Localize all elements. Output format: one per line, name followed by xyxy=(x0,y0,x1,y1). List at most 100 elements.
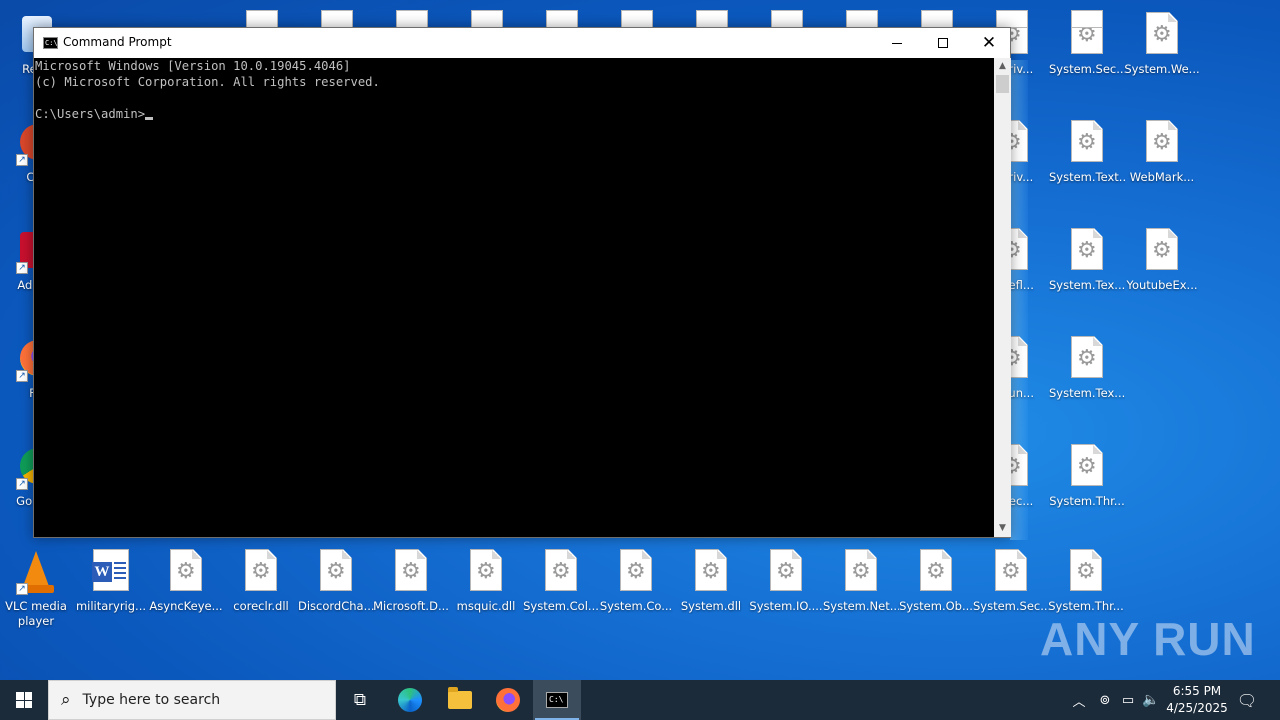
tray-network[interactable]: ⊚ xyxy=(1094,680,1116,720)
command-prompt-window[interactable]: C:\ Command Prompt ✕ Microsoft Windows [… xyxy=(33,27,1011,538)
dll-file-icon: ⚙ xyxy=(1142,228,1182,274)
chevron-up-icon: ︿ xyxy=(1072,694,1086,710)
desktop-icon-label: System.IO.... xyxy=(749,599,823,613)
vlc-icon: ↗ xyxy=(16,549,56,595)
console-prompt: C:\Users\admin> xyxy=(35,107,146,121)
desktop-icon[interactable]: ⚙ coreclr.dll xyxy=(223,545,299,641)
console-line: (c) Microsoft Corporation. All rights re… xyxy=(35,75,380,89)
console-output[interactable]: Microsoft Windows [Version 10.0.19045.40… xyxy=(34,58,994,537)
title-bar[interactable]: C:\ Command Prompt ✕ xyxy=(34,28,1010,58)
firefox-icon xyxy=(496,688,520,712)
dll-file-icon: ⚙ xyxy=(691,549,731,595)
search-icon: ⌕ xyxy=(61,690,71,710)
taskbar-file-explorer[interactable] xyxy=(436,680,484,720)
desktop-icon[interactable]: ⚙ System.We... xyxy=(1124,8,1200,104)
dll-file-icon: ⚙ xyxy=(1142,120,1182,166)
window-title: Command Prompt xyxy=(63,35,172,49)
taskbar-command-prompt[interactable]: C:\ xyxy=(533,680,581,720)
desktop-icon[interactable]: ⚙ System.Tex... xyxy=(1049,332,1125,428)
dll-file-icon xyxy=(696,10,728,28)
desktop-icon[interactable]: Wmilitaryrig... xyxy=(73,545,149,641)
desktop-icon-label: VLC media player xyxy=(5,599,67,628)
taskbar-edge[interactable] xyxy=(386,680,434,720)
dll-file-icon xyxy=(771,10,803,28)
desktop-icon[interactable]: ⚙ YoutubeEx... xyxy=(1124,224,1200,320)
minimize-icon xyxy=(892,42,902,44)
desktop-icon[interactable]: ⚙ DiscordCha... xyxy=(298,545,374,641)
start-button[interactable] xyxy=(0,680,48,720)
scroll-up-arrow-icon[interactable]: ▲ xyxy=(994,58,1011,75)
vertical-scrollbar[interactable]: ▲ ▼ xyxy=(994,58,1011,537)
dll-file-icon: ⚙ xyxy=(616,549,656,595)
minimize-button[interactable] xyxy=(874,28,920,58)
notification-center-button[interactable]: 🗨 xyxy=(1232,680,1262,720)
desktop-icon[interactable]: ⚙ System.Thr... xyxy=(1049,440,1125,536)
desktop-icon[interactable]: ⚙ AsyncKeye... xyxy=(148,545,224,641)
taskbar-clock[interactable]: 6:55 PM 4/25/2025 xyxy=(1164,683,1230,717)
taskbar: ⌕ Type here to search ⧉ C:\ ︿ ⊚ ▭ 🔈 6:55… xyxy=(0,680,1280,720)
search-placeholder: Type here to search xyxy=(82,692,221,708)
dll-file-icon xyxy=(546,10,578,28)
dll-file-icon: ⚙ xyxy=(841,549,881,595)
show-hidden-icons-button[interactable]: ︿ xyxy=(1068,680,1090,720)
dll-file-icon: ⚙ xyxy=(1066,549,1106,595)
dll-file-icon: ⚙ xyxy=(991,549,1031,595)
dll-file-icon xyxy=(471,10,503,28)
maximize-button[interactable] xyxy=(920,28,966,58)
desktop-icon[interactable]: ⚙ System.Col... xyxy=(523,545,599,641)
dll-file-icon: ⚙ xyxy=(766,549,806,595)
dll-file-icon xyxy=(246,10,278,28)
console-prompt-line: C:\Users\admin> xyxy=(35,106,994,122)
desktop-icon[interactable]: ⚙ msquic.dll xyxy=(448,545,524,641)
desktop-icon-label: System.Co... xyxy=(599,599,673,613)
scroll-down-arrow-icon[interactable]: ▼ xyxy=(994,520,1011,537)
desktop-icon[interactable]: ⚙ System.Net... xyxy=(823,545,899,641)
dll-file-icon: ⚙ xyxy=(316,549,356,595)
dll-file-icon xyxy=(396,10,428,28)
dll-file-icon: ⚙ xyxy=(1067,120,1107,166)
dll-file-icon: ⚙ xyxy=(391,549,431,595)
desktop-icon-label: System.Col... xyxy=(523,599,599,613)
taskbar-firefox[interactable] xyxy=(484,680,532,720)
desktop-icon[interactable]: ⚙ System.dll xyxy=(673,545,749,641)
taskbar-search-box[interactable]: ⌕ Type here to search xyxy=(48,680,336,720)
desktop-icon-label: YoutubeEx... xyxy=(1126,278,1198,292)
dll-file-icon xyxy=(621,10,653,28)
desktop-icon[interactable]: ⚙ System.IO.... xyxy=(748,545,824,641)
maximize-icon xyxy=(938,38,948,48)
dll-file-icon: ⚙ xyxy=(541,549,581,595)
desktop-icon[interactable]: ⚙ System.Tex... xyxy=(1049,224,1125,320)
scrollbar-thumb[interactable] xyxy=(996,75,1009,93)
desktop-icon[interactable]: ⚙ System.Sec... xyxy=(973,545,1049,641)
desktop-icon[interactable]: ⚙ System.Co... xyxy=(598,545,674,641)
cmd-icon: C:\ xyxy=(546,692,568,708)
task-view-button[interactable]: ⧉ xyxy=(336,680,384,720)
clock-date: 4/25/2025 xyxy=(1166,701,1228,715)
notification-icon: 🗨 xyxy=(1236,690,1258,710)
dll-file-icon: ⚙ xyxy=(1067,228,1107,274)
close-button[interactable]: ✕ xyxy=(966,28,1012,58)
tray-volume[interactable]: 🔈 xyxy=(1140,680,1162,720)
desktop-icon-label: System.Tex... xyxy=(1049,386,1125,400)
desktop-icon-label: System.Sec... xyxy=(973,599,1049,613)
folder-icon xyxy=(448,687,472,709)
desktop-icon-label: System.We... xyxy=(1124,62,1200,76)
desktop-icon-label: msquic.dll xyxy=(456,599,516,613)
tray-ethernet[interactable]: ▭ xyxy=(1117,680,1139,720)
desktop-icon-label: System.Thr... xyxy=(1049,494,1125,508)
dll-file-icon: ⚙ xyxy=(466,549,506,595)
text-cursor xyxy=(145,117,154,120)
cmd-app-icon: C:\ xyxy=(43,37,58,49)
console-line: Microsoft Windows [Version 10.0.19045.40… xyxy=(35,59,351,73)
dll-file-icon xyxy=(1071,10,1103,28)
desktop-icon[interactable]: ⚙ WebMark... xyxy=(1124,116,1200,212)
dll-file-icon xyxy=(321,10,353,28)
desktop-icon[interactable]: ⚙ System.Ob... xyxy=(898,545,974,641)
desktop-icon-label: System.Tex... xyxy=(1049,278,1125,292)
desktop-icon[interactable]: ↗ VLC media player xyxy=(0,545,74,641)
desktop-icon[interactable]: ⚙ Microsoft.D... xyxy=(373,545,449,641)
desktop-icon-label: System.dll xyxy=(680,599,742,613)
network-icon: ⊚ xyxy=(1099,692,1111,708)
desktop-icon[interactable]: ⚙ System.Text... xyxy=(1049,116,1125,212)
